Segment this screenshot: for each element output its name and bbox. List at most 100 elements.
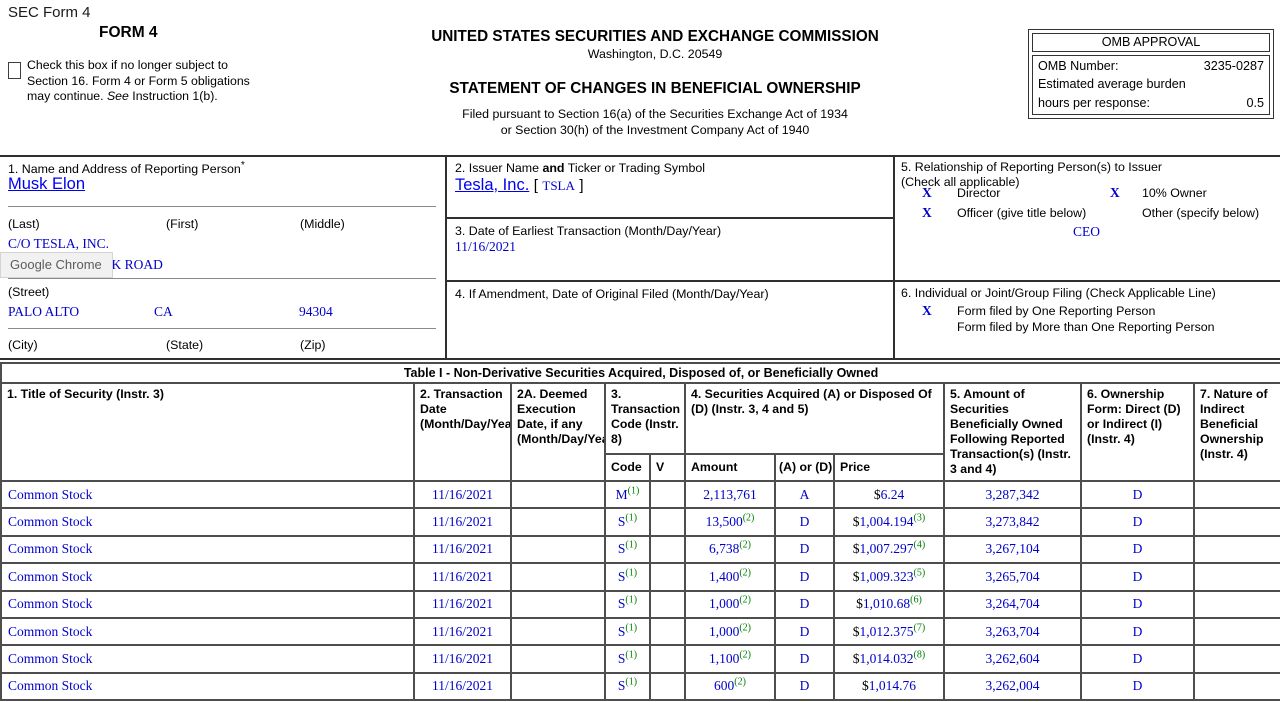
- table1-non-derivative: Table I - Non-Derivative Securities Acqu…: [0, 362, 1280, 701]
- omb-title: OMB APPROVAL: [1032, 33, 1270, 52]
- dollar-sign: $: [856, 596, 863, 611]
- cell-v: [650, 508, 685, 535]
- cell-owned-following: 3,263,704: [944, 618, 1081, 645]
- section16-checkbox[interactable]: [8, 62, 21, 79]
- cell-security-title: Common Stock: [1, 481, 414, 508]
- cell-security-title: Common Stock: [1, 508, 414, 535]
- first-name-label: (First): [166, 217, 198, 231]
- cell-security-title: Common Stock: [1, 618, 414, 645]
- zip-value: 94304: [299, 304, 333, 320]
- subheader-price: Price: [834, 454, 944, 481]
- footnote-ref: (2): [739, 540, 751, 551]
- omb-hours-value: 0.5: [1246, 94, 1264, 112]
- table-row: Common Stock11/16/2021S(1)600(2)D$1,014.…: [1, 673, 1280, 700]
- earliest-transaction-date: 11/16/2021: [455, 239, 516, 255]
- issuer-line: Tesla, Inc. [ TSLA ]: [455, 176, 584, 195]
- reporting-person-link[interactable]: Musk Elon: [8, 175, 85, 194]
- table-row: Common Stock11/16/2021S(1)1,100(2)D$1,01…: [1, 645, 1280, 672]
- footnote-ref: (6): [910, 595, 922, 606]
- form4-title: FORM 4: [99, 24, 158, 42]
- cell-transaction-code: S(1): [605, 673, 650, 700]
- cell-nature-indirect: [1194, 673, 1280, 700]
- section5-label-line1: 5. Relationship of Reporting Person(s) t…: [901, 160, 1162, 175]
- issuer-link[interactable]: Tesla, Inc.: [455, 176, 529, 194]
- table-row: Common Stock11/16/2021S(1)1,000(2)D$1,01…: [1, 591, 1280, 618]
- cell-security-title: Common Stock: [1, 645, 414, 672]
- more-person-label: Form filed by More than One Reporting Pe…: [957, 320, 1215, 334]
- relationship-column: 5. Relationship of Reporting Person(s) t…: [895, 157, 1280, 358]
- footnote-ref: (1): [625, 567, 637, 578]
- pursuant-line1: Filed pursuant to Section 16(a) of the S…: [340, 107, 970, 123]
- cell-transaction-date: 11/16/2021: [414, 536, 511, 563]
- officer-title-value: CEO: [1073, 224, 1100, 240]
- checkbox-text-end: Instruction 1(b).: [129, 89, 218, 103]
- cell-transaction-date: 11/16/2021: [414, 591, 511, 618]
- dollar-sign: $: [853, 541, 860, 556]
- omb-approval-box: OMB APPROVAL OMB Number: 3235-0287 Estim…: [1028, 29, 1274, 119]
- cell-owned-following: 3,265,704: [944, 563, 1081, 590]
- cell-a-or-d: D: [775, 645, 834, 672]
- cell-owned-following: 3,267,104: [944, 536, 1081, 563]
- cell-amount: 1,100(2): [685, 645, 775, 672]
- footnote-ref: (2): [734, 677, 746, 688]
- state-value: CA: [154, 304, 173, 320]
- cell-owned-following: 3,264,704: [944, 591, 1081, 618]
- cell-amount: 1,000(2): [685, 618, 775, 645]
- cell-a-or-d: D: [775, 508, 834, 535]
- cell-v: [650, 563, 685, 590]
- cell-amount: 6,738(2): [685, 536, 775, 563]
- cell-v: [650, 591, 685, 618]
- ticker-bracket-open: [: [534, 177, 538, 194]
- section2-label-a: 2. Issuer Name: [455, 161, 542, 175]
- cell-amount: 2,113,761: [685, 481, 775, 508]
- cell-price: $1,010.68(6): [834, 591, 944, 618]
- director-label: Director: [957, 186, 1000, 200]
- footnote-ref: (2): [739, 650, 751, 661]
- cell-transaction-date: 11/16/2021: [414, 618, 511, 645]
- table1-title: Table I - Non-Derivative Securities Acqu…: [1, 363, 1280, 383]
- cell-nature-indirect: [1194, 508, 1280, 535]
- address-line1: C/O TESLA, INC.: [8, 236, 109, 252]
- divider: [8, 328, 436, 329]
- cell-a-or-d: D: [775, 536, 834, 563]
- dollar-sign: $: [853, 569, 860, 584]
- cell-deemed-execution-date: [511, 673, 605, 700]
- cell-v: [650, 536, 685, 563]
- other-label: Other (specify below): [1142, 206, 1259, 220]
- section2-label-b: Ticker or Trading Symbol: [565, 161, 705, 175]
- cell-a-or-d: A: [775, 481, 834, 508]
- cell-nature-indirect: [1194, 563, 1280, 590]
- header-transaction-code: 3. Transaction Code (Instr. 8): [605, 383, 685, 454]
- cell-transaction-code: M(1): [605, 481, 650, 508]
- officer-label: Officer (give title below): [957, 206, 1086, 220]
- cell-transaction-code: S(1): [605, 645, 650, 672]
- sec-form-4-label: SEC Form 4: [8, 4, 91, 21]
- subheader-a-or-d: (A) or (D): [775, 454, 834, 481]
- cell-price: $1,012.375(7): [834, 618, 944, 645]
- divider: [8, 278, 436, 279]
- cell-owned-following: 3,262,604: [944, 645, 1081, 672]
- pursuant-text: Filed pursuant to Section 16(a) of the S…: [340, 107, 970, 138]
- cell-deemed-execution-date: [511, 563, 605, 590]
- cell-security-title: Common Stock: [1, 536, 414, 563]
- cell-transaction-date: 11/16/2021: [414, 481, 511, 508]
- section4-amendment: 4. If Amendment, Date of Original Filed …: [447, 282, 893, 358]
- cell-transaction-code: S(1): [605, 591, 650, 618]
- subheader-amount: Amount: [685, 454, 775, 481]
- cell-ownership-form: D: [1081, 645, 1194, 672]
- section4-label: 4. If Amendment, Date of Original Filed …: [455, 287, 769, 301]
- cell-amount: 13,500(2): [685, 508, 775, 535]
- table-row: Common Stock11/16/2021 M(1) 2,113,761A$6.2…: [1, 481, 1280, 508]
- cell-security-title: Common Stock: [1, 563, 414, 590]
- cell-price: $1,004.194(3): [834, 508, 944, 535]
- table-row: Common Stock11/16/2021S(1)1,000(2)D$1,01…: [1, 618, 1280, 645]
- cell-transaction-code: S(1): [605, 563, 650, 590]
- table1-title-row: Table I - Non-Derivative Securities Acqu…: [1, 363, 1280, 383]
- cell-deemed-execution-date: [511, 536, 605, 563]
- browser-tooltip: Google Chrome: [0, 252, 113, 278]
- cell-transaction-code: S(1): [605, 536, 650, 563]
- director-checkbox-x: X: [922, 185, 932, 201]
- section2-label: 2. Issuer Name and Ticker or Trading Sym…: [455, 161, 705, 175]
- footnote-ref: (2): [739, 622, 751, 633]
- cell-price: $6.24: [834, 481, 944, 508]
